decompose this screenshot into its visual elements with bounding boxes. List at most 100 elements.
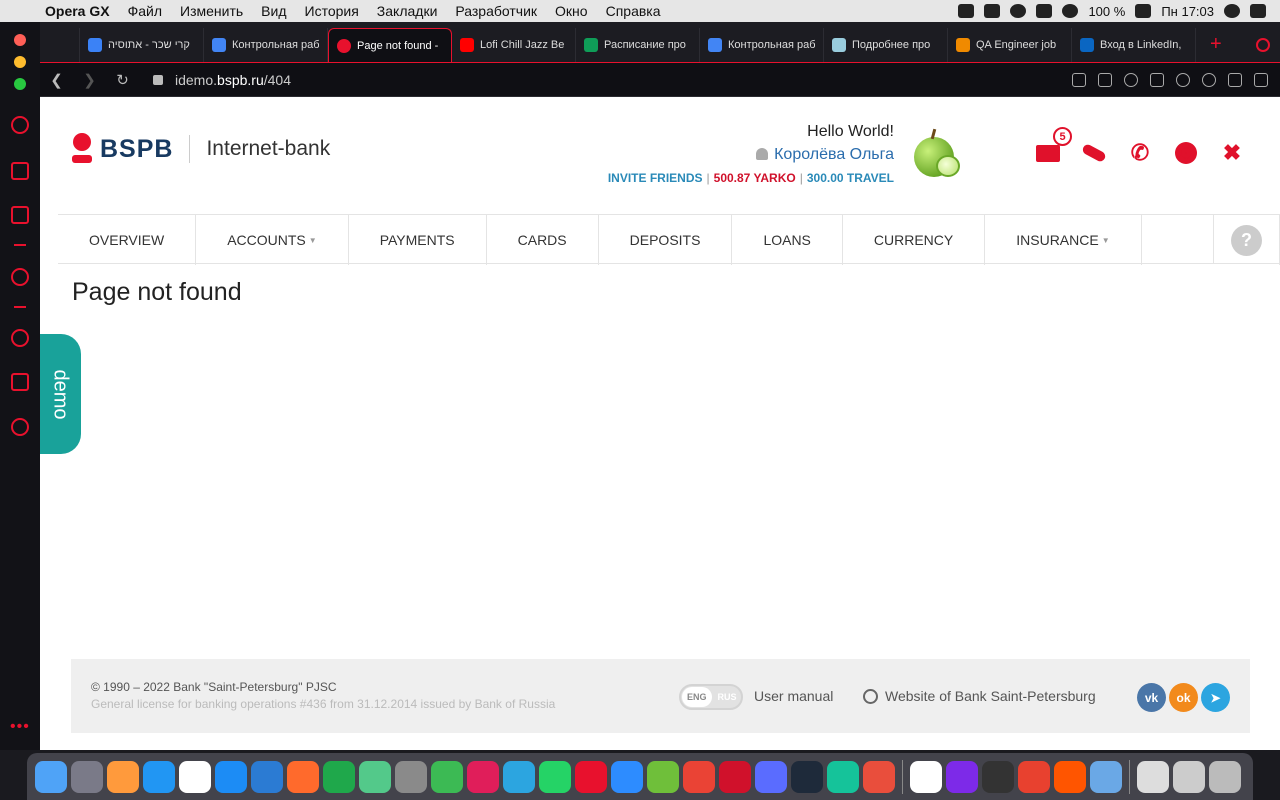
status-badge-icon[interactable]	[1010, 4, 1027, 18]
lock-icon[interactable]	[153, 74, 163, 85]
nav-deposits[interactable]: DEPOSITS	[599, 215, 733, 265]
dock-app-icon[interactable]	[35, 760, 67, 793]
gx-control-icon[interactable]	[40, 28, 80, 62]
dock-app-icon[interactable]	[647, 760, 679, 793]
bank-website-link[interactable]: Website of Bank Saint-Petersburg	[863, 688, 1096, 704]
dock-app-icon[interactable]	[755, 760, 787, 793]
dock-app-icon[interactable]	[395, 760, 427, 793]
heart-icon[interactable]	[1176, 72, 1190, 87]
help-button[interactable]: ?	[1214, 215, 1280, 265]
player-icon[interactable]	[11, 268, 29, 286]
lang-rus[interactable]: RUS	[712, 692, 743, 702]
invite-friends-link[interactable]: INVITE FRIENDS	[608, 171, 703, 185]
nav-cards[interactable]: CARDS	[487, 215, 599, 265]
url-field[interactable]: idemo.bspb.ru/404	[175, 72, 291, 88]
gx-corner-icon[interactable]	[11, 162, 29, 180]
dock-app-icon[interactable]	[143, 760, 175, 793]
dock-app-icon[interactable]	[539, 760, 571, 793]
travel-balance-link[interactable]: 300.00 TRAVEL	[807, 171, 894, 185]
dock-app-icon[interactable]	[1018, 760, 1050, 793]
dock-app-icon[interactable]	[1054, 760, 1086, 793]
reload-button[interactable]: ↻	[106, 71, 139, 89]
dock-app-icon[interactable]	[503, 760, 535, 793]
dock-app-icon[interactable]	[1173, 760, 1205, 793]
dock-app-icon[interactable]	[323, 760, 355, 793]
dock-app-icon[interactable]	[863, 760, 895, 793]
dock-app-icon[interactable]	[179, 760, 211, 793]
dock-app-icon[interactable]	[683, 760, 715, 793]
tab[interactable]: Контрольная раб	[204, 28, 328, 62]
speed-dial-icon[interactable]	[11, 116, 29, 134]
dock-app-icon[interactable]	[982, 760, 1014, 793]
menu-view[interactable]: Вид	[252, 3, 295, 19]
extensions-icon[interactable]	[11, 373, 29, 391]
nav-overview[interactable]: OVERVIEW	[58, 215, 197, 265]
dock-app-icon[interactable]	[107, 760, 139, 793]
window-minimize-button[interactable]	[14, 56, 26, 68]
dock-app-icon[interactable]	[1209, 760, 1241, 793]
profile-icon[interactable]	[1202, 72, 1216, 87]
bank-logo[interactable]: BSPB Internet-bank	[72, 133, 330, 165]
nav-currency[interactable]: CURRENCY	[843, 215, 986, 265]
share-icon[interactable]	[1072, 72, 1086, 87]
dock-app-icon[interactable]	[359, 760, 391, 793]
nav-accounts[interactable]: ACCOUNTS ▼	[196, 215, 349, 265]
nav-payments[interactable]: PAYMENTS	[349, 215, 487, 265]
dock-app-icon[interactable]	[215, 760, 247, 793]
user-avatar-apple[interactable]	[912, 127, 960, 181]
dock-app-icon[interactable]	[251, 760, 283, 793]
menu-edit[interactable]: Изменить	[171, 3, 252, 19]
forward-button[interactable]: ❯	[73, 71, 106, 89]
window-close-button[interactable]	[14, 34, 26, 46]
camera-icon[interactable]	[1098, 72, 1112, 87]
battery-icon[interactable]	[1135, 4, 1152, 18]
wifi-icon[interactable]	[1062, 4, 1079, 18]
messages-button[interactable]: 5	[1036, 127, 1072, 165]
tab[interactable]: Контрольная раб	[700, 28, 824, 62]
tab-active[interactable]: Page not found -	[328, 28, 452, 62]
dock-app-icon[interactable]	[791, 760, 823, 793]
send-icon[interactable]	[1150, 72, 1164, 87]
demo-tab[interactable]: demo	[40, 334, 81, 454]
tab[interactable]: Расписание про	[576, 28, 700, 62]
dock-app-icon[interactable]	[1137, 760, 1169, 793]
dock-app-icon[interactable]	[575, 760, 607, 793]
user-name-link[interactable]: Королёва Ольга	[608, 146, 894, 164]
menu-window[interactable]: Окно	[546, 3, 597, 19]
dock-app-icon[interactable]	[719, 760, 751, 793]
twitch-icon[interactable]	[11, 206, 29, 224]
status-app-icon[interactable]	[958, 4, 975, 18]
vk-icon[interactable]: vk	[1137, 683, 1166, 712]
dock-app-icon[interactable]	[946, 760, 978, 793]
new-tab-button[interactable]: +	[1196, 33, 1236, 62]
spotlight-search-icon[interactable]	[1224, 4, 1240, 18]
menu-app-name[interactable]: Opera GX	[36, 3, 119, 19]
user-manual-link[interactable]: User manual	[754, 688, 833, 704]
dock-app-icon[interactable]	[467, 760, 499, 793]
dock-app-icon[interactable]	[910, 760, 942, 793]
menu-file[interactable]: Файл	[119, 3, 171, 19]
nav-insurance[interactable]: INSURANCE ▼	[985, 215, 1142, 265]
bonus-button[interactable]	[1081, 141, 1107, 165]
sidebar-more-icon[interactable]: •••	[10, 718, 30, 736]
dock-app-icon[interactable]	[1090, 760, 1122, 793]
easy-setup-icon[interactable]	[1254, 72, 1268, 87]
dock-app-icon[interactable]	[611, 760, 643, 793]
lang-eng[interactable]: ENG	[682, 687, 712, 707]
input-source-icon[interactable]	[1036, 4, 1053, 18]
settings-button[interactable]	[1174, 141, 1198, 165]
tab[interactable]: QA Engineer job	[948, 28, 1072, 62]
dock-app-icon[interactable]	[431, 760, 463, 793]
dock-app-icon[interactable]	[287, 760, 319, 793]
download-icon[interactable]	[1228, 72, 1242, 87]
tab[interactable]: Lofi Chill Jazz Be	[452, 28, 576, 62]
nav-loans[interactable]: LOANS	[732, 215, 843, 265]
telegram-icon[interactable]: ➤	[1201, 683, 1230, 712]
control-center-icon[interactable]	[1250, 4, 1266, 18]
yarko-balance-link[interactable]: 500.87 YARKO	[714, 171, 796, 185]
history-icon[interactable]	[11, 329, 29, 347]
tab-search-icon[interactable]	[1256, 38, 1270, 52]
window-zoom-button[interactable]	[14, 78, 26, 90]
phone-button[interactable]: ✆	[1128, 140, 1152, 165]
menu-help[interactable]: Справка	[597, 3, 670, 19]
